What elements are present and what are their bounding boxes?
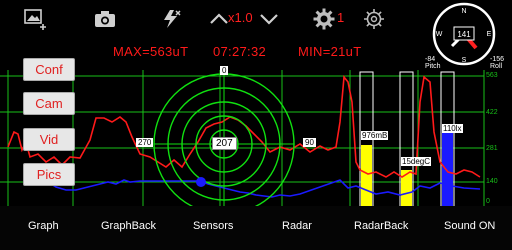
radar-target (196, 177, 206, 187)
pics-button[interactable]: Pics (23, 163, 75, 186)
compass-heading: 141 (457, 30, 471, 39)
tab-sensors[interactable]: Sensors (193, 220, 233, 232)
axis-label-bottom: 0 (486, 198, 490, 205)
light-value: 110lx (442, 124, 463, 133)
temp-value: 15degC (401, 157, 432, 166)
conf-button[interactable]: Conf (23, 58, 75, 81)
gallery-add-icon[interactable] (23, 6, 49, 32)
axis-label-3: 281 (486, 145, 498, 152)
radar-angle-right: 90 (303, 138, 316, 147)
tab-graph[interactable]: Graph (28, 220, 59, 232)
pressure-value: 976mB (361, 131, 389, 140)
cam-button[interactable]: Cam (23, 92, 75, 115)
tab-radar[interactable]: Radar (282, 220, 312, 232)
light-bar (442, 133, 453, 207)
clock-time: 07:27:32 (213, 44, 267, 59)
zoom-level: x1.0 (228, 10, 253, 25)
max-reading: MAX=563uT (113, 44, 189, 59)
alert-count: 1 (337, 10, 345, 25)
temp-bar (401, 170, 412, 207)
gear-icon[interactable] (312, 6, 336, 32)
axis-label-4: 140 (486, 178, 498, 185)
bottom-tab-bar: Graph GraphBack Sensors Radar RadarBack … (0, 206, 512, 250)
compass: 141 N E S W (432, 2, 496, 66)
graph-area[interactable] (0, 62, 512, 215)
min-reading: MIN=21uT (298, 44, 362, 59)
compass-w: W (436, 31, 443, 38)
vid-button[interactable]: Vid (23, 128, 75, 151)
camera-icon[interactable] (92, 6, 118, 32)
compass-n: N (461, 8, 466, 15)
radar-center-value: 207 (212, 137, 237, 150)
radar-angle-left: 270 (136, 138, 154, 147)
radar-angle-top: 0 (220, 66, 229, 75)
settings-outline-icon[interactable] (362, 6, 386, 32)
pressure-bar (361, 145, 372, 207)
zoom-down-icon[interactable] (258, 6, 280, 32)
axis-label-top: 563 (486, 72, 498, 79)
zoom-up-icon[interactable] (208, 6, 230, 32)
flash-icon[interactable] (158, 6, 184, 32)
tab-sound-on[interactable]: Sound ON (444, 220, 495, 232)
axis-label-2: 422 (486, 109, 498, 116)
compass-e: E (487, 31, 492, 38)
tab-radarback[interactable]: RadarBack (354, 220, 408, 232)
tab-graphback[interactable]: GraphBack (101, 220, 156, 232)
